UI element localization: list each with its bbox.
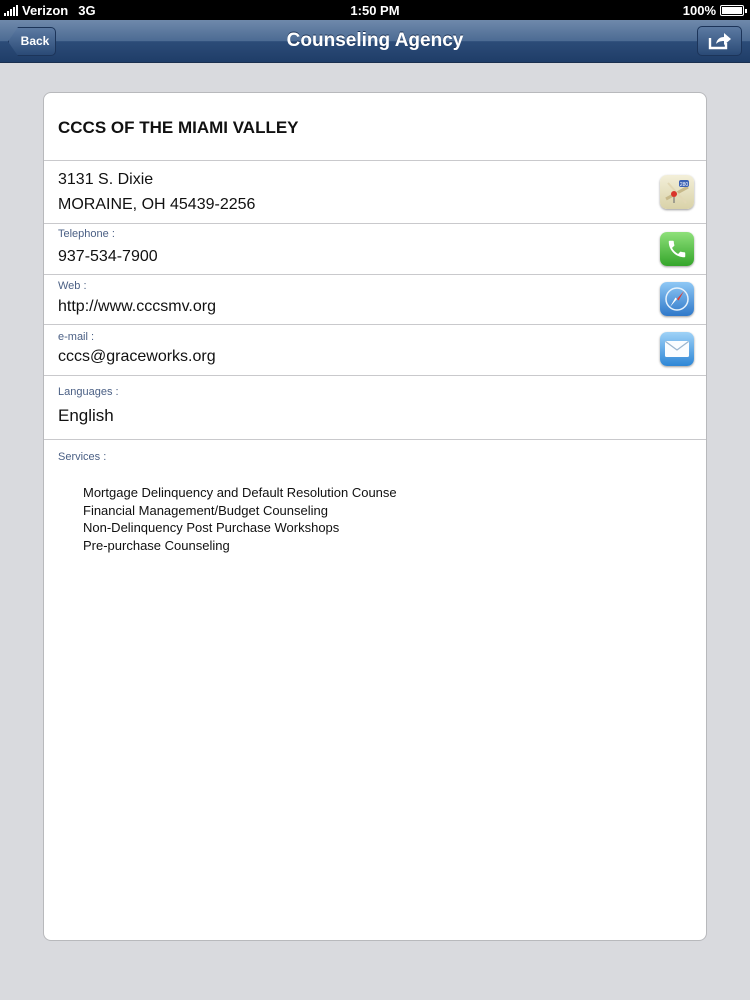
services-label: Services :: [58, 451, 107, 463]
maps-icon[interactable]: 280: [660, 175, 694, 209]
address-line-2: MORAINE, OH 45439-2256: [58, 196, 256, 213]
services-list: Mortgage Delinquency and Default Resolut…: [83, 484, 397, 554]
email-label: e-mail :: [58, 331, 95, 343]
agency-name-row: CCCS OF THE MIAMI VALLEY: [44, 93, 706, 161]
email-value[interactable]: cccs@graceworks.org: [58, 348, 216, 366]
web-value[interactable]: http://www.cccsmv.org: [58, 298, 216, 316]
safari-icon[interactable]: [660, 282, 694, 316]
battery-percent: 100%: [682, 3, 716, 18]
svg-text:280: 280: [680, 182, 689, 188]
telephone-value: 937-534-7900: [58, 248, 158, 265]
languages-value: English: [58, 406, 114, 425]
list-item: Pre-purchase Counseling: [83, 537, 230, 553]
status-bar: Verizon 3G 1:50 PM 100%: [0, 0, 750, 20]
phone-icon[interactable]: [660, 232, 694, 266]
share-button[interactable]: [697, 26, 742, 56]
telephone-label: Telephone :: [58, 228, 115, 240]
address-line-1: 3131 S. Dixie: [58, 171, 154, 188]
list-item: Financial Management/Budget Counseling: [83, 502, 328, 518]
mail-icon[interactable]: [660, 332, 694, 366]
page-title: Counseling Agency: [286, 30, 464, 51]
list-item: Mortgage Delinquency and Default Resolut…: [83, 485, 397, 500]
web-label: Web :: [58, 280, 87, 292]
agency-name: CCCS OF THE MIAMI VALLEY: [58, 118, 299, 137]
telephone-row[interactable]: Telephone : 937-534-7900: [44, 224, 706, 275]
agency-details-card: CCCS OF THE MIAMI VALLEY 3131 S. Dixie M…: [43, 92, 707, 941]
list-item: Non-Delinquency Post Purchase Workshops: [83, 520, 340, 535]
address-row[interactable]: 3131 S. Dixie MORAINE, OH 45439-2256 280: [44, 161, 706, 224]
web-row[interactable]: Web : http://www.cccsmv.org: [44, 275, 706, 325]
languages-label: Languages :: [58, 386, 119, 398]
status-time: 1:50 PM: [350, 3, 400, 18]
languages-row: Languages : English: [44, 376, 706, 440]
email-row[interactable]: e-mail : cccs@graceworks.org: [44, 325, 706, 376]
status-right: 100%: [682, 3, 747, 18]
services-row: Services : Mortgage Delinquency and Defa…: [44, 440, 706, 940]
battery-icon: [720, 5, 747, 16]
share-icon: [708, 33, 731, 50]
navigation-bar: Back Counseling Agency: [0, 20, 750, 63]
